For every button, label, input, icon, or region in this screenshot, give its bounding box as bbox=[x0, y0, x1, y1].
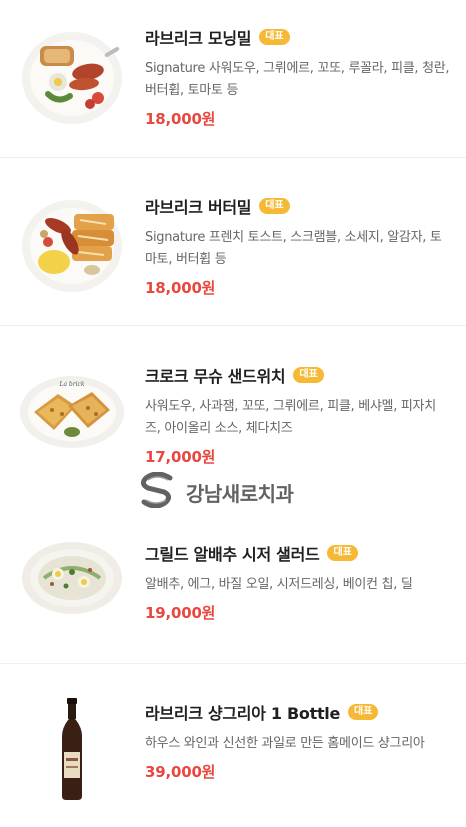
french-toast-plate-icon bbox=[18, 190, 126, 298]
menu-item-price: 19,000원 bbox=[145, 604, 216, 622]
menu-item-butter-meal[interactable]: 라브리크 버터밀 대표 Signature 프렌치 토스트, 스크램블, 소세지… bbox=[0, 158, 466, 326]
menu-item-name: 그릴드 알배추 시저 샐러드 bbox=[145, 545, 320, 564]
watermark-text: 강남새로치과 bbox=[186, 481, 294, 506]
menu-item-price: 17,000원 bbox=[145, 448, 216, 466]
menu-item-price: 18,000원 bbox=[145, 110, 216, 128]
menu-item-description: 하우스 와인과 신선한 과일로 만든 홈메이드 샹그리아 bbox=[145, 736, 425, 751]
menu-item-description: 사워도우, 사과잼, 꼬또, 그뤼에르, 피클, 베샤멜, 피자치즈, 아이올리… bbox=[145, 399, 436, 436]
menu-item-price: 18,000원 bbox=[145, 279, 216, 297]
menu-item-caesar-salad[interactable]: 그릴드 알배추 시저 샐러드 대표 알배추, 에그, 바질 오일, 시저드레싱,… bbox=[0, 494, 466, 664]
salad-bowl-icon bbox=[18, 522, 126, 630]
signature-badge: 대표 bbox=[259, 29, 290, 45]
signature-badge: 대표 bbox=[293, 367, 324, 383]
menu-item-name: 라브리크 모닝밀 bbox=[145, 29, 252, 48]
menu-item-name: 라브리크 버터밀 bbox=[145, 198, 252, 217]
menu-item-croque-monsieur[interactable]: La brick 크로크 무슈 샌드위치 대표 사워도우, 사과잼, 꼬또, 그… bbox=[0, 326, 466, 494]
menu-item-description: 알배추, 에그, 바질 오일, 시저드레싱, 베이컨 칩, 딜 bbox=[145, 577, 413, 592]
menu-item-name: 라브리크 샹그리아 1 Bottle bbox=[145, 704, 341, 723]
menu-list: 라브리크 모닝밀 대표 Signature 사워도우, 그뤼에르, 꼬또, 루꼴… bbox=[0, 0, 466, 827]
menu-item-description: Signature 사워도우, 그뤼에르, 꼬또, 루꼴라, 피클, 청란, 버… bbox=[145, 61, 450, 98]
svg-text:La brick: La brick bbox=[58, 381, 84, 388]
breakfast-plate-icon bbox=[18, 22, 126, 130]
menu-item-description: Signature 프렌치 토스트, 스크램블, 소세지, 알감자, 토마토, … bbox=[145, 230, 442, 267]
clinic-logo-icon bbox=[140, 471, 174, 512]
wine-bottle-icon bbox=[18, 696, 126, 804]
menu-item-sangria-bottle[interactable]: 라브리크 샹그리아 1 Bottle 대표 하우스 와인과 신선한 과일로 만든… bbox=[0, 664, 466, 827]
menu-item-price: 39,000원 bbox=[145, 763, 216, 781]
signature-badge: 대표 bbox=[348, 704, 379, 720]
sandwich-plate-icon: La brick bbox=[18, 356, 126, 464]
watermark: 강남새로치과 bbox=[140, 471, 294, 512]
signature-badge: 대표 bbox=[259, 198, 290, 214]
signature-badge: 대표 bbox=[327, 545, 358, 561]
menu-item-morning-meal[interactable]: 라브리크 모닝밀 대표 Signature 사워도우, 그뤼에르, 꼬또, 루꼴… bbox=[0, 0, 466, 158]
menu-item-name: 크로크 무슈 샌드위치 bbox=[145, 367, 286, 386]
